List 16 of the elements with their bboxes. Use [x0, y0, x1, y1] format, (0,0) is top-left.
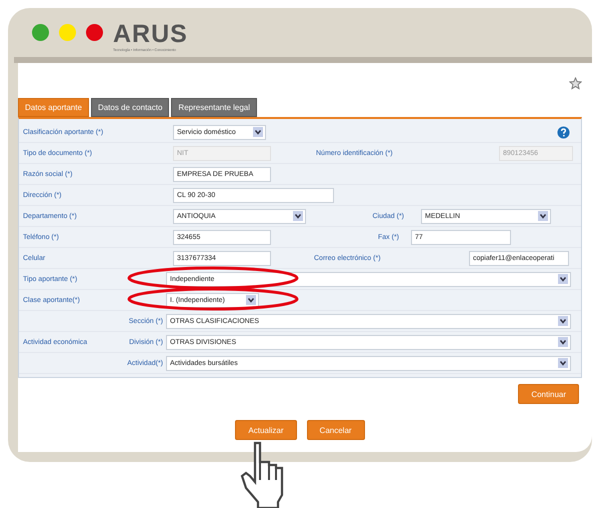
chevron-icon[interactable] — [538, 211, 548, 221]
tab[interactable]: Representante legal — [171, 98, 258, 117]
chevron-icon[interactable] — [246, 295, 256, 305]
window-dot — [32, 24, 49, 41]
chevron-icon[interactable] — [558, 274, 568, 284]
chevron-icon[interactable] — [558, 337, 568, 347]
star-icon[interactable] — [569, 77, 582, 90]
tab[interactable]: Datos de contacto — [90, 98, 170, 117]
window-dot — [86, 24, 103, 41]
chevron-icon[interactable] — [558, 316, 568, 326]
chevron-icon[interactable] — [293, 211, 303, 221]
help-icon[interactable] — [557, 126, 570, 138]
window-dot — [59, 24, 76, 41]
chevron-icon[interactable] — [558, 358, 568, 368]
chevron-icon[interactable] — [253, 127, 263, 137]
logo: ARUS — [113, 20, 188, 48]
